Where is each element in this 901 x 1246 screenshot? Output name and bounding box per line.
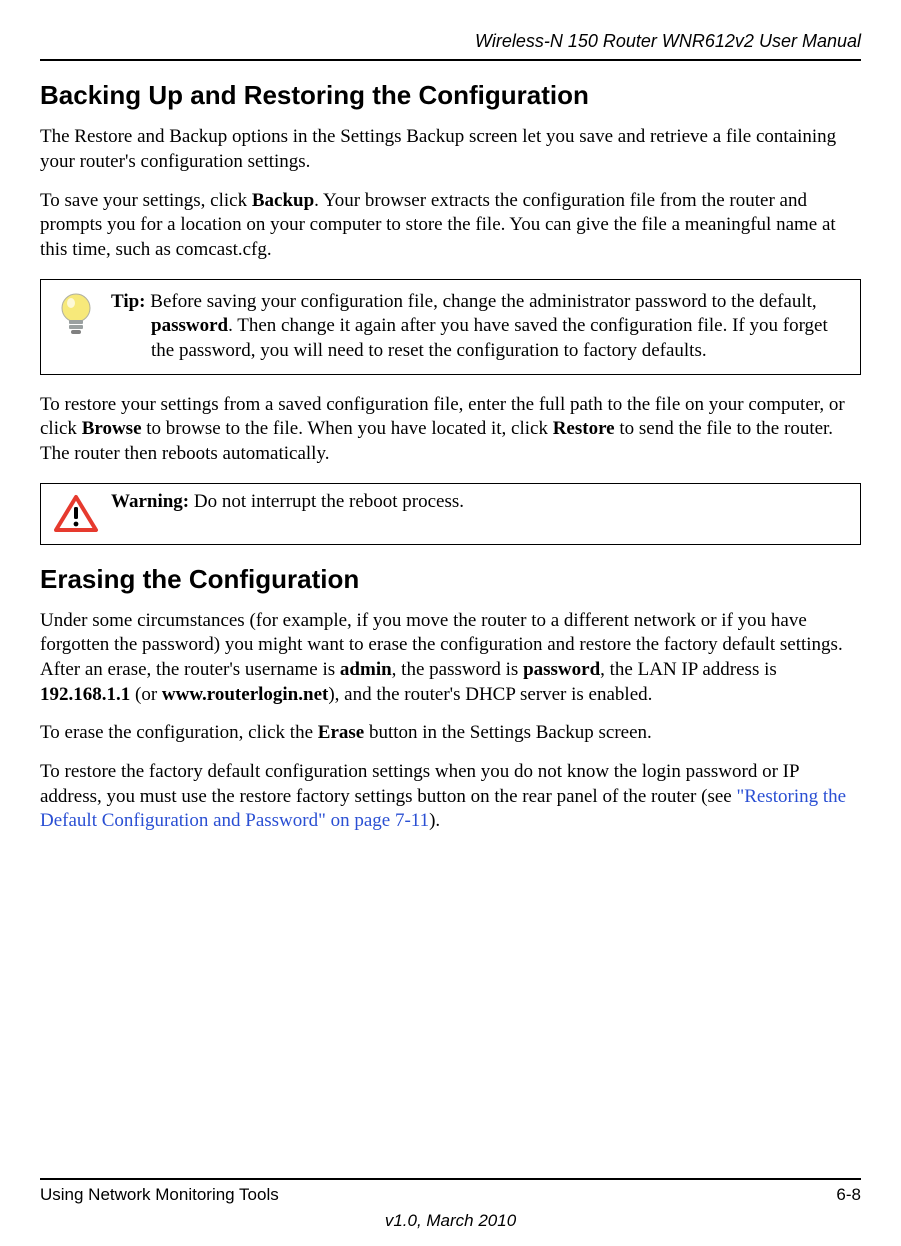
text: , the LAN IP address is [600, 659, 777, 680]
text: ). [429, 810, 440, 831]
bold-text: Browse [82, 418, 142, 439]
text: To restore the factory default configura… [40, 761, 799, 807]
footer-section-title: Using Network Monitoring Tools [40, 1184, 279, 1206]
bold-text: password [151, 315, 228, 336]
heading-backup-restore: Backing Up and Restoring the Configurati… [40, 79, 861, 113]
text: to browse to the file. When you have loc… [142, 418, 553, 439]
page-footer: Using Network Monitoring Tools 6-8 v1.0,… [40, 1178, 861, 1232]
bold-text: admin [340, 659, 392, 680]
bold-text: password [523, 659, 600, 680]
paragraph: To save your settings, click Backup. You… [40, 189, 861, 263]
text: button in the Settings Backup screen. [364, 722, 652, 743]
bold-text: Backup [252, 190, 314, 211]
text: Do not interrupt the reboot process. [189, 491, 464, 512]
text: To erase the configuration, click the [40, 722, 318, 743]
text: ), and the router's DHCP server is enabl… [328, 684, 652, 705]
text: (or [130, 684, 162, 705]
footer-version: v1.0, March 2010 [40, 1210, 861, 1232]
paragraph: To restore the factory default configura… [40, 760, 861, 834]
paragraph: To erase the configuration, click the Er… [40, 721, 861, 746]
header-doc-title: Wireless-N 150 Router WNR612v2 User Manu… [40, 30, 861, 61]
warning-label: Warning: [111, 491, 189, 512]
tip-label: Tip: [111, 291, 146, 312]
paragraph: The Restore and Backup options in the Se… [40, 125, 861, 174]
warning-callout: Warning: Do not interrupt the reboot pro… [40, 483, 861, 545]
bold-text: www.routerlogin.net [162, 684, 328, 705]
footer-page-number: 6-8 [836, 1184, 861, 1206]
lightbulb-icon [41, 280, 111, 350]
tip-body: Tip: Before saving your configuration fi… [111, 280, 860, 374]
bold-text: Erase [318, 722, 364, 743]
warning-icon [41, 484, 111, 544]
warning-body: Warning: Do not interrupt the reboot pro… [111, 484, 860, 521]
paragraph: Under some circumstances (for example, i… [40, 609, 861, 708]
bold-text: 192.168.1.1 [40, 684, 130, 705]
heading-erasing: Erasing the Configuration [40, 563, 861, 597]
bold-text: Restore [553, 418, 615, 439]
text: To save your settings, click [40, 190, 252, 211]
text: . Then change it again after you have sa… [151, 315, 828, 361]
tip-callout: Tip: Before saving your configuration fi… [40, 279, 861, 375]
text: , the password is [392, 659, 523, 680]
text: Before saving your configuration file, c… [146, 291, 817, 312]
paragraph: To restore your settings from a saved co… [40, 393, 861, 467]
